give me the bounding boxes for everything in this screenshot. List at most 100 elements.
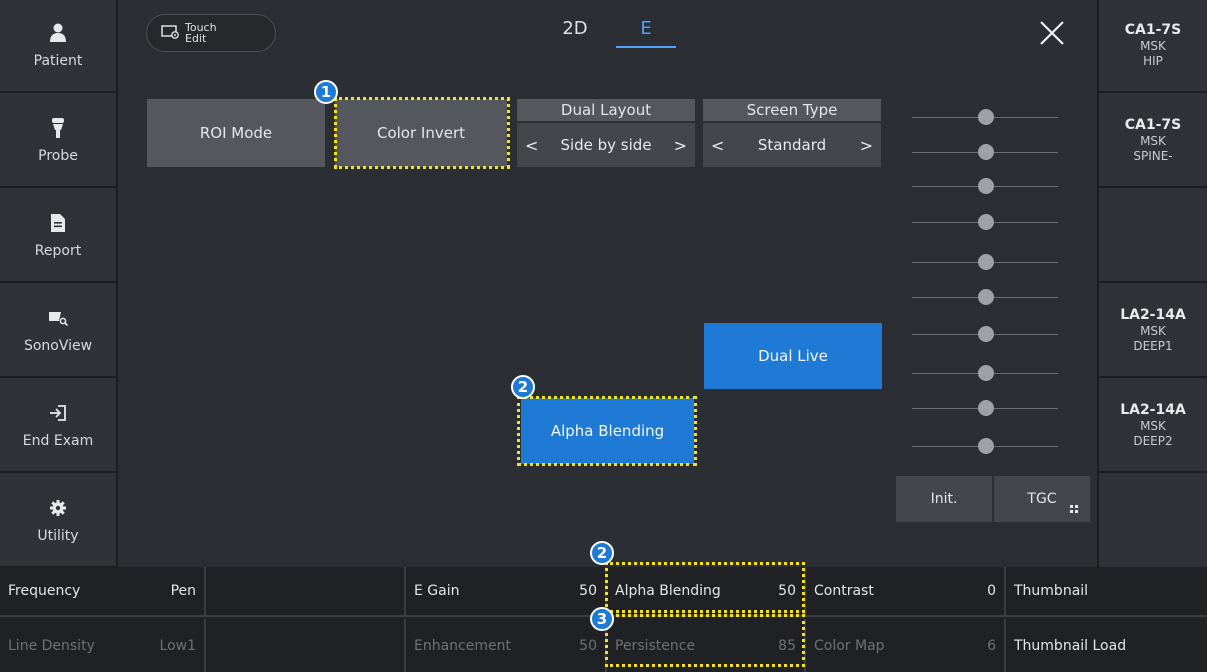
preset-probe: CA1-7S (1124, 117, 1182, 133)
touch-edit-label-2: Edit (185, 32, 207, 45)
screen-type-next[interactable]: > (860, 136, 873, 155)
sidebar-item-report[interactable]: Report (0, 190, 116, 283)
probe-icon (48, 117, 68, 138)
preset-probe: LA2-14A (1120, 307, 1186, 323)
tgc-knob[interactable] (978, 438, 994, 454)
preset-probe: LA2-14A (1120, 402, 1186, 418)
sidebar-item-label: Probe (38, 147, 78, 164)
exit-icon (48, 403, 68, 423)
screen-type-select[interactable]: Screen Type < Standard > (703, 99, 881, 167)
param-value: 0 (987, 583, 996, 599)
preset-name: DEEP2 (1133, 434, 1173, 448)
gear-icon (48, 498, 68, 518)
preset-name: DEEP1 (1133, 339, 1173, 353)
dual-layout-select[interactable]: Dual Layout < Side by side > (517, 99, 695, 167)
param-name: E Gain (414, 583, 460, 599)
param-color-map[interactable]: Color Map 6 (806, 619, 1006, 672)
param-empty[interactable] (206, 567, 406, 617)
param-name: Alpha Blending (615, 583, 721, 599)
param-name: Persistence (615, 637, 696, 654)
param-value: 50 (778, 583, 796, 599)
annotation-marker-2b: 2 (590, 541, 614, 565)
preset-probe: CA1-7S (1124, 22, 1182, 38)
param-alpha-blending[interactable]: Alpha Blending 50 (607, 567, 806, 617)
close-button[interactable] (1035, 16, 1069, 50)
param-thumbnail-load[interactable]: Thumbnail Load (1006, 619, 1207, 672)
sidebar-item-end-exam[interactable]: End Exam (0, 380, 116, 473)
tgc-knob[interactable] (978, 326, 994, 342)
param-e-gain[interactable]: E Gain 50 (406, 567, 607, 617)
document-icon (48, 213, 68, 233)
preset-name: HIP (1143, 54, 1163, 68)
preset-name: SPINE- (1133, 149, 1173, 163)
param-name: Thumbnail (1014, 583, 1089, 599)
tgc-button[interactable]: TGC (992, 476, 1090, 522)
color-invert-button[interactable]: Color Invert (335, 99, 507, 167)
param-name: Color Map (814, 637, 885, 654)
param-value: Low1 (159, 637, 196, 654)
tgc-knob[interactable] (978, 178, 994, 194)
init-button[interactable]: Init. (896, 476, 992, 522)
person-icon (48, 23, 68, 43)
preset-ca1-7s-spine[interactable]: CA1-7S MSK SPINE- (1099, 95, 1207, 188)
mode-tabs: 2D E (540, 14, 680, 50)
tgc-knob[interactable] (978, 214, 994, 230)
param-frequency[interactable]: Frequency Pen (0, 567, 206, 617)
param-value: 50 (579, 637, 597, 654)
preset-ca1-7s-hip[interactable]: CA1-7S MSK HIP (1099, 0, 1207, 93)
alpha-blending-button[interactable]: Alpha Blending (521, 398, 694, 464)
tab-2d[interactable]: 2D (550, 14, 600, 48)
sidebar-item-label: Patient (33, 52, 83, 69)
param-contrast[interactable]: Contrast 0 (806, 567, 1006, 617)
preset-la2-14a-deep2[interactable]: LA2-14A MSK DEEP2 (1099, 380, 1207, 473)
screen-type-prev[interactable]: < (711, 136, 724, 155)
sidebar-item-patient[interactable]: Patient (0, 0, 116, 93)
screen-type-value: Standard (757, 136, 827, 154)
param-persistence[interactable]: Persistence 85 (607, 619, 806, 672)
param-enhancement[interactable]: Enhancement 50 (406, 619, 607, 672)
dual-layout-prev[interactable]: < (525, 136, 538, 155)
preset-empty[interactable] (1099, 475, 1207, 568)
preset-la2-14a-deep1[interactable]: LA2-14A MSK DEEP1 (1099, 285, 1207, 378)
annotation-marker-2: 2 (511, 375, 535, 399)
preset-empty[interactable] (1099, 190, 1207, 283)
touch-edit-button[interactable]: Touch Edit (146, 14, 276, 52)
tgc-knob[interactable] (978, 254, 994, 270)
grid-dots-icon (1070, 505, 1078, 514)
param-value: Pen (170, 583, 196, 599)
annotation-marker-3: 3 (590, 607, 614, 631)
param-name: Frequency (8, 583, 81, 599)
tgc-knob[interactable] (978, 400, 994, 416)
sidebar-item-label: Report (34, 242, 82, 259)
tab-e[interactable]: E (616, 14, 676, 48)
close-icon (1040, 21, 1064, 45)
tgc-label: TGC (1027, 491, 1057, 507)
sidebar-item-label: SonoView (23, 337, 93, 354)
tgc-buttons: Init. TGC (896, 476, 1090, 522)
preset-app: MSK (1140, 39, 1166, 53)
param-thumbnail[interactable]: Thumbnail (1006, 567, 1207, 617)
roi-mode-button[interactable]: ROI Mode (147, 99, 325, 167)
sidebar-item-label: Utility (37, 527, 79, 544)
preset-app: MSK (1140, 324, 1166, 338)
tgc-knob[interactable] (978, 365, 994, 381)
annotation-marker-1: 1 (314, 80, 338, 104)
sidebar-item-utility[interactable]: Utility (0, 475, 116, 568)
tgc-knob[interactable] (978, 144, 994, 160)
dual-layout-next[interactable]: > (674, 136, 687, 155)
param-line-density[interactable]: Line Density Low1 (0, 619, 206, 672)
screen-type-header: Screen Type (703, 99, 881, 121)
param-name: Enhancement (414, 637, 511, 654)
right-sidebar: CA1-7S MSK HIP CA1-7S MSK SPINE- LA2-14A… (1097, 0, 1207, 567)
tgc-knob[interactable] (978, 289, 994, 305)
tgc-knob[interactable] (978, 109, 994, 125)
param-name: Thumbnail Load (1014, 637, 1127, 654)
preset-app: MSK (1140, 419, 1166, 433)
sidebar-item-probe[interactable]: Probe (0, 95, 116, 188)
preset-app: MSK (1140, 134, 1166, 148)
param-value: 6 (987, 637, 996, 654)
sidebar-item-sonoview[interactable]: SonoView (0, 285, 116, 378)
param-empty[interactable] (206, 619, 406, 672)
init-label: Init. (930, 491, 958, 507)
dual-live-button[interactable]: Dual Live (704, 323, 882, 389)
